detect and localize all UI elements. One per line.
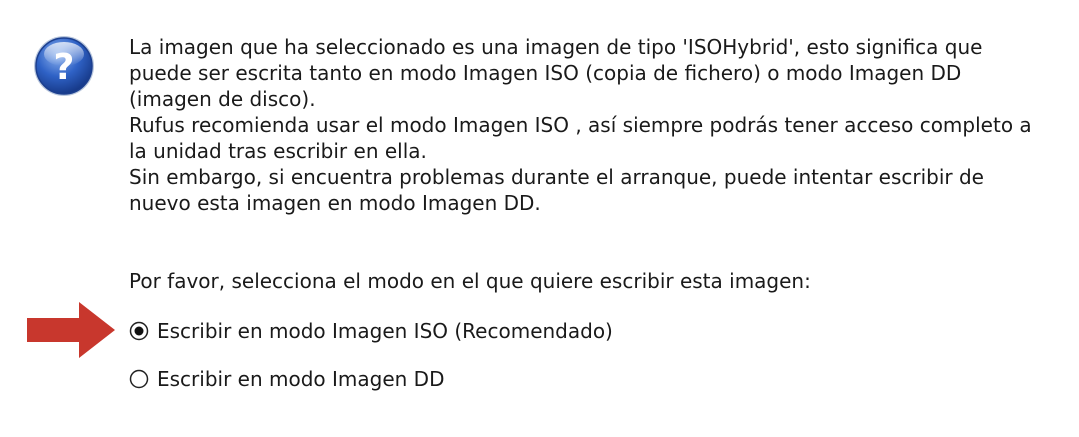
radio-iso-mode[interactable]: Escribir en modo Imagen ISO (Recomendado…	[129, 318, 613, 344]
message-line: Sin embargo, si encuentra problemas dura…	[129, 165, 984, 189]
svg-text:?: ?	[54, 47, 75, 88]
radio-unselected-icon[interactable]	[129, 369, 149, 389]
message-line: puede ser escrita tanto en modo Imagen I…	[129, 61, 962, 85]
radio-dd-mode[interactable]: Escribir en modo Imagen DD	[129, 366, 444, 392]
message-line: nuevo esta imagen en modo Imagen DD.	[129, 191, 541, 215]
mode-prompt: Por favor, selecciona el modo en el que …	[129, 269, 811, 293]
rufus-dialog: ? La imagen que ha seleccionado es una i…	[0, 0, 1079, 437]
dialog-message: La imagen que ha seleccionado es una ima…	[129, 34, 1064, 216]
radio-selected-icon[interactable]	[129, 321, 149, 341]
radio-dd-label[interactable]: Escribir en modo Imagen DD	[157, 366, 444, 392]
red-arrow-icon	[27, 302, 115, 358]
message-line: La imagen que ha seleccionado es una ima…	[129, 35, 983, 59]
message-line: (imagen de disco).	[129, 87, 316, 111]
message-line: la unidad tras escribir en ella.	[129, 139, 427, 163]
message-line: Rufus recomienda usar el modo Imagen ISO…	[129, 113, 1032, 137]
radio-iso-label[interactable]: Escribir en modo Imagen ISO (Recomendado…	[157, 318, 613, 344]
question-icon: ?	[34, 36, 94, 96]
